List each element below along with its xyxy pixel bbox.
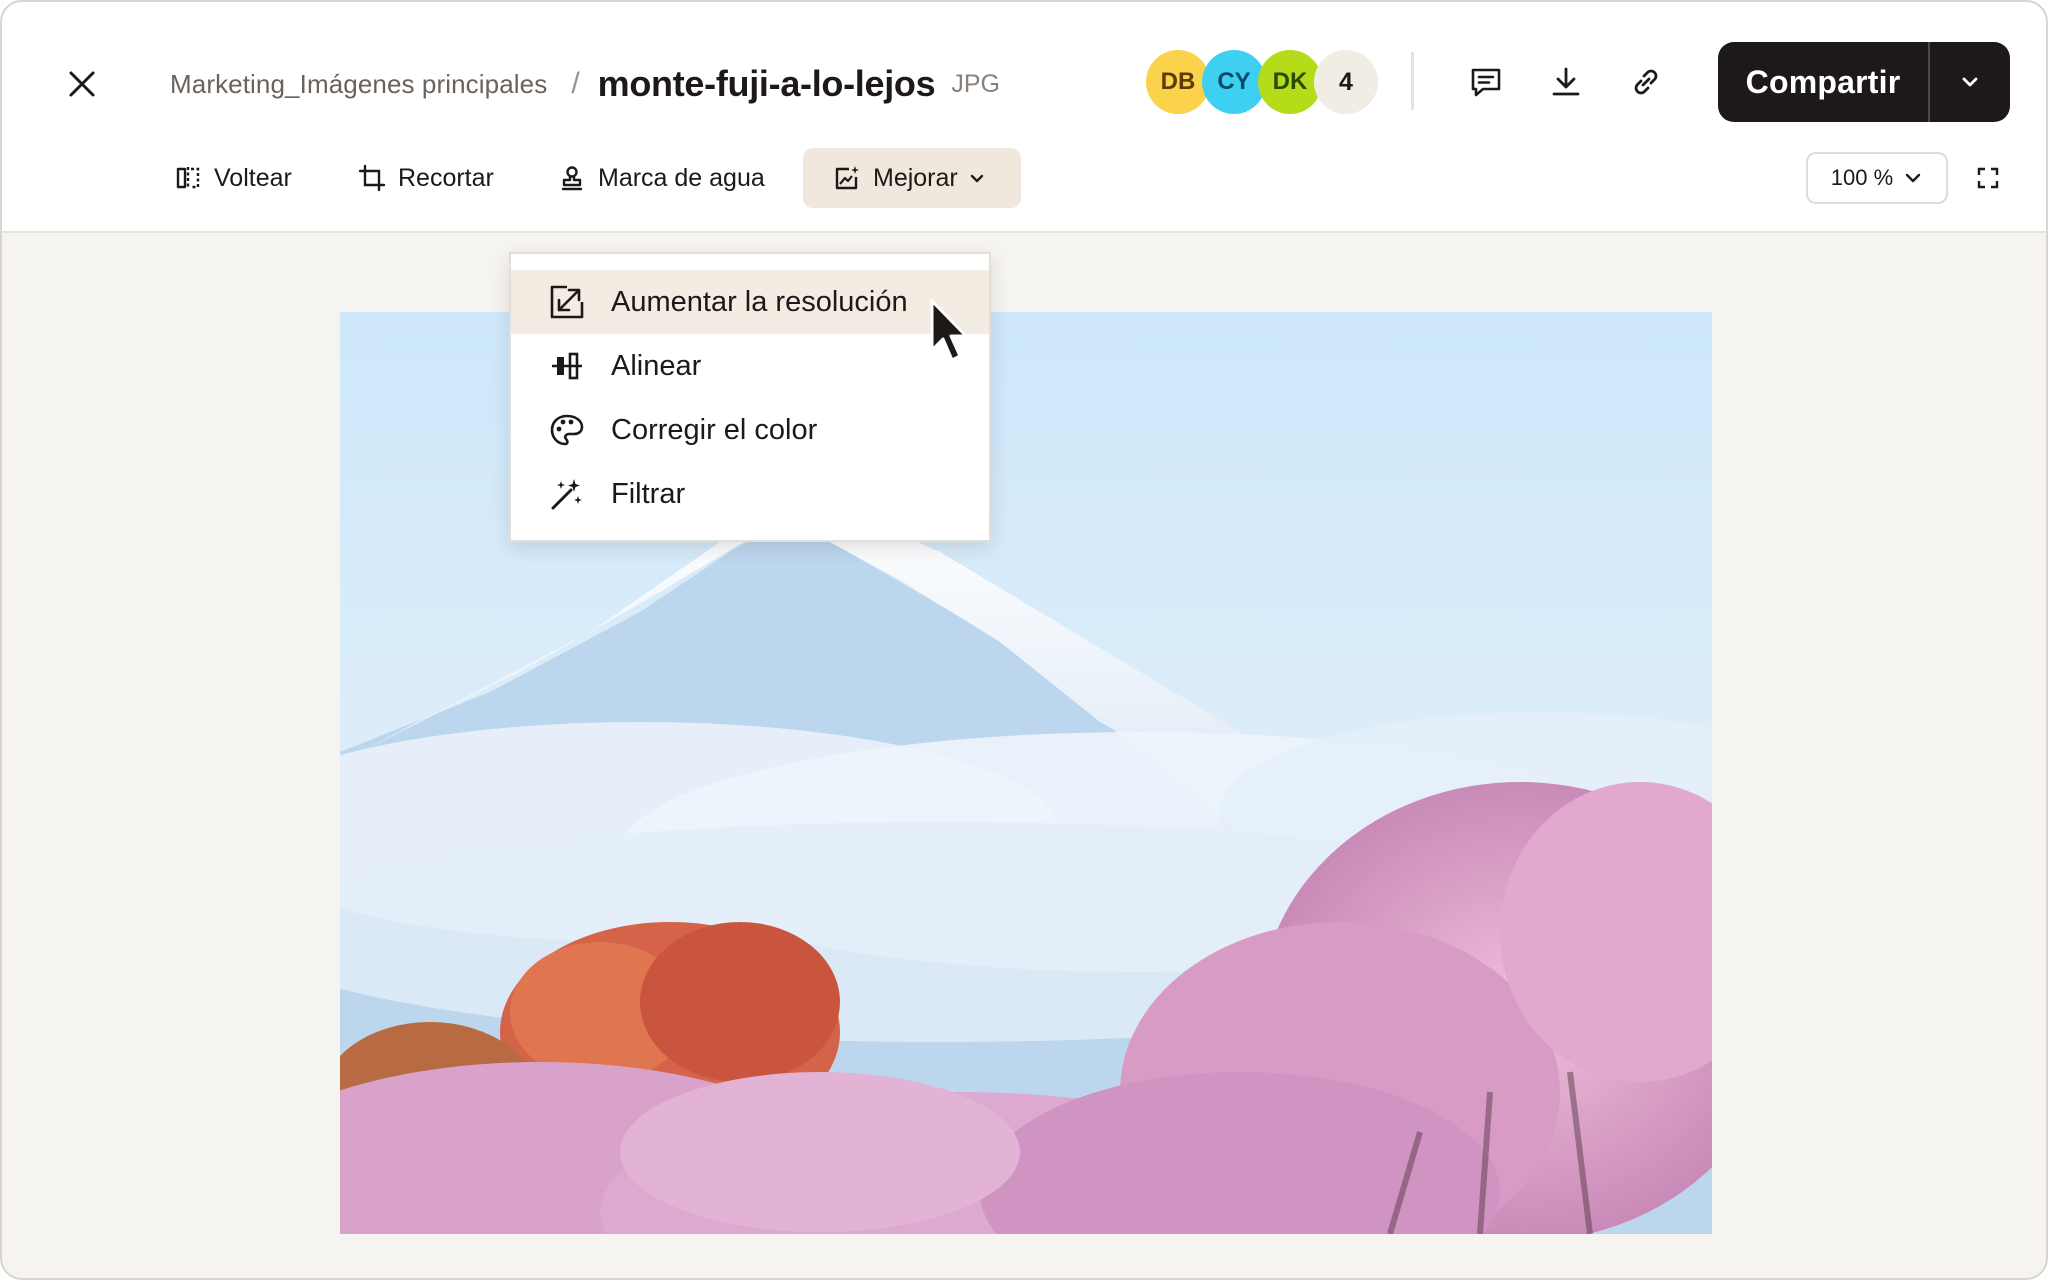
share-split-button: Compartir xyxy=(1718,42,2010,122)
breadcrumb-separator: / xyxy=(571,67,580,100)
header-divider xyxy=(1411,52,1414,110)
fullscreen-icon xyxy=(1977,167,1999,189)
file-name: monte-fuji-a-lo-lejos xyxy=(597,63,936,104)
menu-item-label: Aumentar la resolución xyxy=(611,285,908,318)
menu-item-label: Filtrar xyxy=(611,477,686,510)
zoom-value: 100 % xyxy=(1830,165,1894,190)
close-button[interactable] xyxy=(54,56,110,112)
header-bar: Marketing_Imágenes principales / monte-f… xyxy=(2,2,2046,233)
avatar[interactable]: DK xyxy=(1258,50,1322,114)
comment-icon xyxy=(1471,68,1501,97)
menu-item-color-correct[interactable]: Corregir el color xyxy=(511,398,989,462)
close-icon xyxy=(69,71,95,97)
chevron-down-icon xyxy=(970,174,983,183)
palette-icon xyxy=(549,412,585,448)
avatar-overflow-count[interactable]: 4 xyxy=(1314,50,1378,114)
enhance-tool-label: Mejorar xyxy=(873,163,958,192)
file-type-badge: JPG xyxy=(951,69,1000,98)
flip-tool-label: Voltear xyxy=(214,163,292,192)
crop-icon xyxy=(358,164,386,192)
collaborator-avatars[interactable]: DB CY DK 4 xyxy=(1146,50,1378,114)
watermark-tool-label: Marca de agua xyxy=(598,163,765,192)
enhance-tool-button[interactable]: Mejorar xyxy=(803,148,1021,208)
flip-tool-button[interactable]: Voltear xyxy=(162,148,304,208)
upscale-icon xyxy=(549,284,585,320)
share-options-button[interactable] xyxy=(1930,42,2010,122)
download-icon xyxy=(1552,67,1580,96)
link-icon xyxy=(1634,69,1658,95)
crop-tool-label: Recortar xyxy=(398,163,494,192)
watermark-tool-button[interactable]: Marca de agua xyxy=(546,148,777,208)
flip-icon xyxy=(176,167,200,189)
menu-item-filter[interactable]: Filtrar xyxy=(511,462,989,526)
menu-item-label: Alinear xyxy=(611,349,702,382)
stamp-icon xyxy=(561,166,583,191)
copy-link-button[interactable] xyxy=(1618,54,1674,110)
chevron-down-icon xyxy=(1962,77,1978,87)
align-icon xyxy=(549,348,585,384)
avatar[interactable]: DB xyxy=(1146,50,1210,114)
share-button[interactable]: Compartir xyxy=(1718,42,1928,122)
chevron-down-icon xyxy=(1905,173,1921,183)
enhance-dropdown-menu: Aumentar la resolución Alinear Corregir … xyxy=(509,252,991,542)
download-button[interactable] xyxy=(1538,54,1594,110)
comment-button[interactable] xyxy=(1458,54,1514,110)
crop-tool-button[interactable]: Recortar xyxy=(346,148,506,208)
breadcrumb: Marketing_Imágenes principales / monte-f… xyxy=(170,54,1000,114)
fullscreen-button[interactable] xyxy=(1970,160,2006,196)
magic-wand-icon xyxy=(549,476,585,512)
image-editor-window: Marketing_Imágenes principales / monte-f… xyxy=(0,0,2048,1280)
menu-item-align[interactable]: Alinear xyxy=(511,334,989,398)
breadcrumb-folder-link[interactable]: Marketing_Imágenes principales xyxy=(170,69,547,100)
zoom-select[interactable]: 100 % xyxy=(1806,152,1948,204)
menu-item-label: Corregir el color xyxy=(611,413,818,446)
avatar[interactable]: CY xyxy=(1202,50,1266,114)
menu-item-upscale[interactable]: Aumentar la resolución xyxy=(511,270,989,334)
enhance-icon xyxy=(835,166,859,190)
